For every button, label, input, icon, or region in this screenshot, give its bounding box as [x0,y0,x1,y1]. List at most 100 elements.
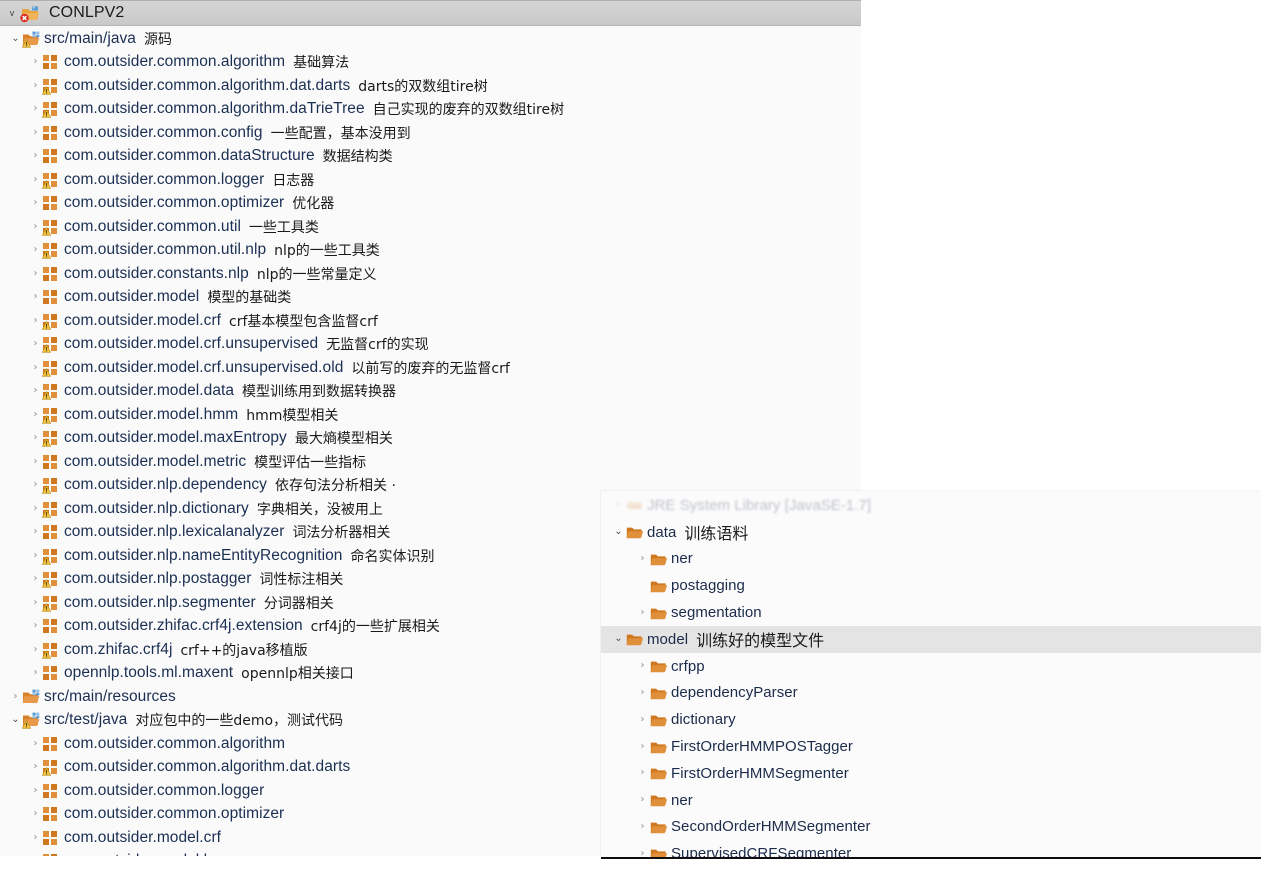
tree-row[interactable]: › crfpp [601,653,1261,680]
collapse-chevron-icon[interactable]: › [28,480,43,490]
tree-row[interactable]: › ner [601,787,1261,814]
tree-row-label: SupervisedCRFSegmenter [671,845,852,859]
collapse-chevron-icon[interactable]: › [28,198,43,208]
project-expand-chevron-icon[interactable]: v [4,8,20,18]
collapse-chevron-icon[interactable]: › [28,386,43,396]
tree-row[interactable]: › com.outsider.model.metric 模型评估一些指标 [0,450,861,474]
expand-chevron-icon[interactable]: ⌄ [611,634,626,644]
expand-chevron-icon[interactable]: ⌄ [611,527,626,537]
collapse-chevron-icon[interactable]: › [28,785,43,796]
collapse-chevron-icon[interactable]: › [28,362,43,373]
tree-row[interactable]: ⌄ data 训练语料 [601,519,1261,546]
collapse-chevron-icon[interactable]: › [28,80,43,91]
tree-row[interactable]: › com.outsider.model.hmm hmm模型相关 [0,403,861,427]
collapse-chevron-icon[interactable]: › [28,832,43,843]
warning-badge-icon [42,485,51,494]
collapse-chevron-icon[interactable]: › [28,221,43,232]
collapse-chevron-icon[interactable]: › [28,762,43,772]
tree-row-note: crf4j的一些扩展相关 [310,619,440,636]
collapse-chevron-icon[interactable]: › [28,104,43,114]
tree-row[interactable]: › com.outsider.common.util.nlp nlp的一些工具类 [0,239,861,263]
tree-row[interactable]: › FirstOrderHMMSegmenter [601,760,1261,787]
tree-row[interactable]: › com.outsider.model.maxEntropy 最大熵模型相关 [0,427,861,451]
folder-icon [650,764,668,782]
tree-row[interactable]: › com.outsider.common.logger 日志器 [0,168,861,192]
no-chevron-spacer: · [635,581,650,591]
collapse-chevron-icon[interactable]: › [28,57,43,67]
collapse-chevron-icon[interactable]: › [28,597,43,608]
expand-chevron-icon[interactable]: ⌄ [8,715,23,725]
collapse-chevron-icon[interactable]: › [28,292,43,302]
tree-row[interactable]: › com.outsider.model.crf.unsupervised 无监督c… [0,333,861,357]
collapse-chevron-icon[interactable]: › [28,245,43,255]
screenshot-root: v CONLPV2 ⌄ src/main/java 源码 › com.outsider.… [0,0,1261,893]
project-title-bar[interactable]: v CONLPV2 [0,0,861,26]
warning-badge-icon [42,320,51,330]
tree-row[interactable]: ⌄ src/main/java 源码 [0,27,861,51]
tree-row[interactable]: › com.outsider.common.config 一些配置，基本没用到 [0,121,861,145]
tree-row-note: 训练语料 [684,524,749,544]
tree-row[interactable]: › com.outsider.common.algorithm.dat.darts… [0,74,861,98]
collapse-chevron-icon[interactable]: › [635,714,650,725]
collapse-chevron-icon[interactable]: › [611,500,626,510]
collapse-chevron-icon[interactable]: › [28,268,43,279]
collapse-chevron-icon[interactable]: › [28,456,43,467]
collapse-chevron-icon[interactable]: › [28,574,43,584]
tree-row[interactable]: › SecondOrderHMMSegmenter [601,814,1261,841]
collapse-chevron-icon[interactable]: › [635,687,650,698]
collapse-chevron-icon[interactable]: › [635,741,650,752]
collapse-chevron-icon[interactable]: › [28,621,43,631]
warning-badge-icon [42,602,51,612]
collapse-chevron-icon[interactable]: › [28,527,43,537]
package-icon [43,53,61,71]
collapse-chevron-icon[interactable]: › [635,607,650,618]
tree-row-note: hmm模型相关 [246,407,339,424]
collapse-chevron-icon[interactable]: › [635,661,650,671]
tree-row-label: com.outsider.nlp.segmenter [64,593,256,611]
tree-row-selected[interactable]: ⌄ model 训练好的模型文件 [601,625,1261,653]
collapse-chevron-icon[interactable]: › [28,550,43,561]
collapse-chevron-icon[interactable]: › [28,738,43,749]
collapse-chevron-icon[interactable]: › [28,409,43,420]
tree-row[interactable]: › segmentation [601,599,1261,626]
tree-row[interactable]: › com.outsider.model 模型的基础类 [0,286,861,310]
collapse-chevron-icon[interactable]: › [28,339,43,349]
tree-row[interactable]: › ner [601,546,1261,573]
collapse-chevron-icon[interactable]: › [28,668,43,678]
tree-row-label: com.outsider.common.algorithm.dat.darts [64,76,351,94]
tree-row[interactable]: › com.outsider.model.crf crf基本模型包含监督crf [0,309,861,333]
tree-row[interactable]: › com.outsider.common.algorithm.daTrieTre… [0,98,861,122]
collapse-chevron-icon[interactable]: › [28,127,43,138]
collapse-chevron-icon[interactable]: › [635,848,650,857]
tree-row[interactable]: · postagging [601,572,1261,599]
tree-row[interactable]: › com.outsider.constants.nlp nlp的一些常量定义 [0,262,861,286]
tree-row[interactable]: › FirstOrderHMMPOSTagger [601,733,1261,760]
collapse-chevron-icon[interactable]: › [635,553,650,564]
package-icon [42,758,61,776]
package-icon [42,476,61,494]
collapse-chevron-icon[interactable]: › [28,151,43,161]
tree-row[interactable]: › com.outsider.common.dataStructure 数据结构类 [0,145,861,169]
collapse-chevron-icon[interactable]: › [635,821,650,832]
tree-row[interactable]: › dictionary [601,706,1261,733]
tree-row[interactable]: › com.outsider.model.crf.unsupervised.old… [0,356,861,380]
collapse-chevron-icon[interactable]: › [28,809,43,819]
package-icon [42,406,61,424]
tree-row[interactable]: › dependencyParser [601,680,1261,707]
collapse-chevron-icon[interactable]: › [28,433,43,443]
tree-row[interactable]: › JRE System Library [JavaSE-1.7] [601,492,1261,519]
collapse-chevron-icon[interactable]: › [28,174,43,185]
collapse-chevron-icon[interactable]: › [28,644,43,655]
collapse-chevron-icon[interactable]: › [28,503,43,514]
collapse-chevron-icon[interactable]: › [8,691,23,702]
expand-chevron-icon[interactable]: ⌄ [8,33,23,44]
collapse-chevron-icon[interactable]: › [635,795,650,805]
collapse-chevron-icon[interactable]: › [28,315,43,326]
collapse-chevron-icon[interactable]: › [635,768,650,778]
package-icon [42,241,61,259]
tree-row[interactable]: › com.outsider.common.optimizer 优化器 [0,192,861,216]
tree-row[interactable]: › com.outsider.common.util 一些工具类 [0,215,861,239]
tree-row[interactable]: › com.outsider.model.data 模型训练用到数据转换器 [0,380,861,404]
tree-row[interactable]: › com.outsider.common.algorithm 基础算法 [0,51,861,75]
tree-row[interactable]: › SupervisedCRFSegmenter [601,840,1261,859]
